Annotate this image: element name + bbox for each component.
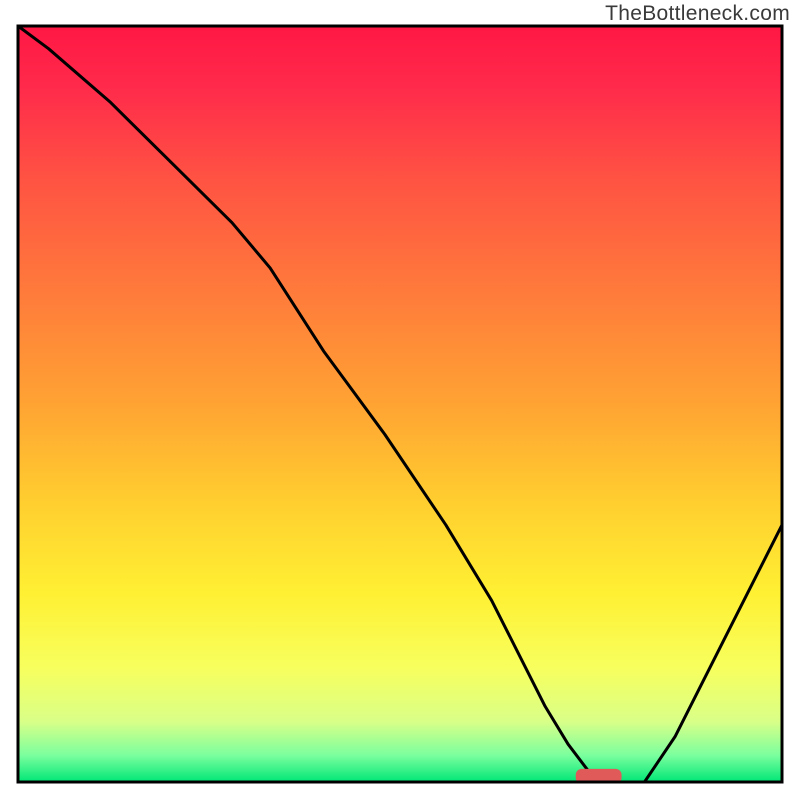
plot-background (18, 26, 782, 782)
bottleneck-chart (0, 0, 800, 800)
chart-container: TheBottleneck.com (0, 0, 800, 800)
watermark-text: TheBottleneck.com (605, 2, 790, 26)
